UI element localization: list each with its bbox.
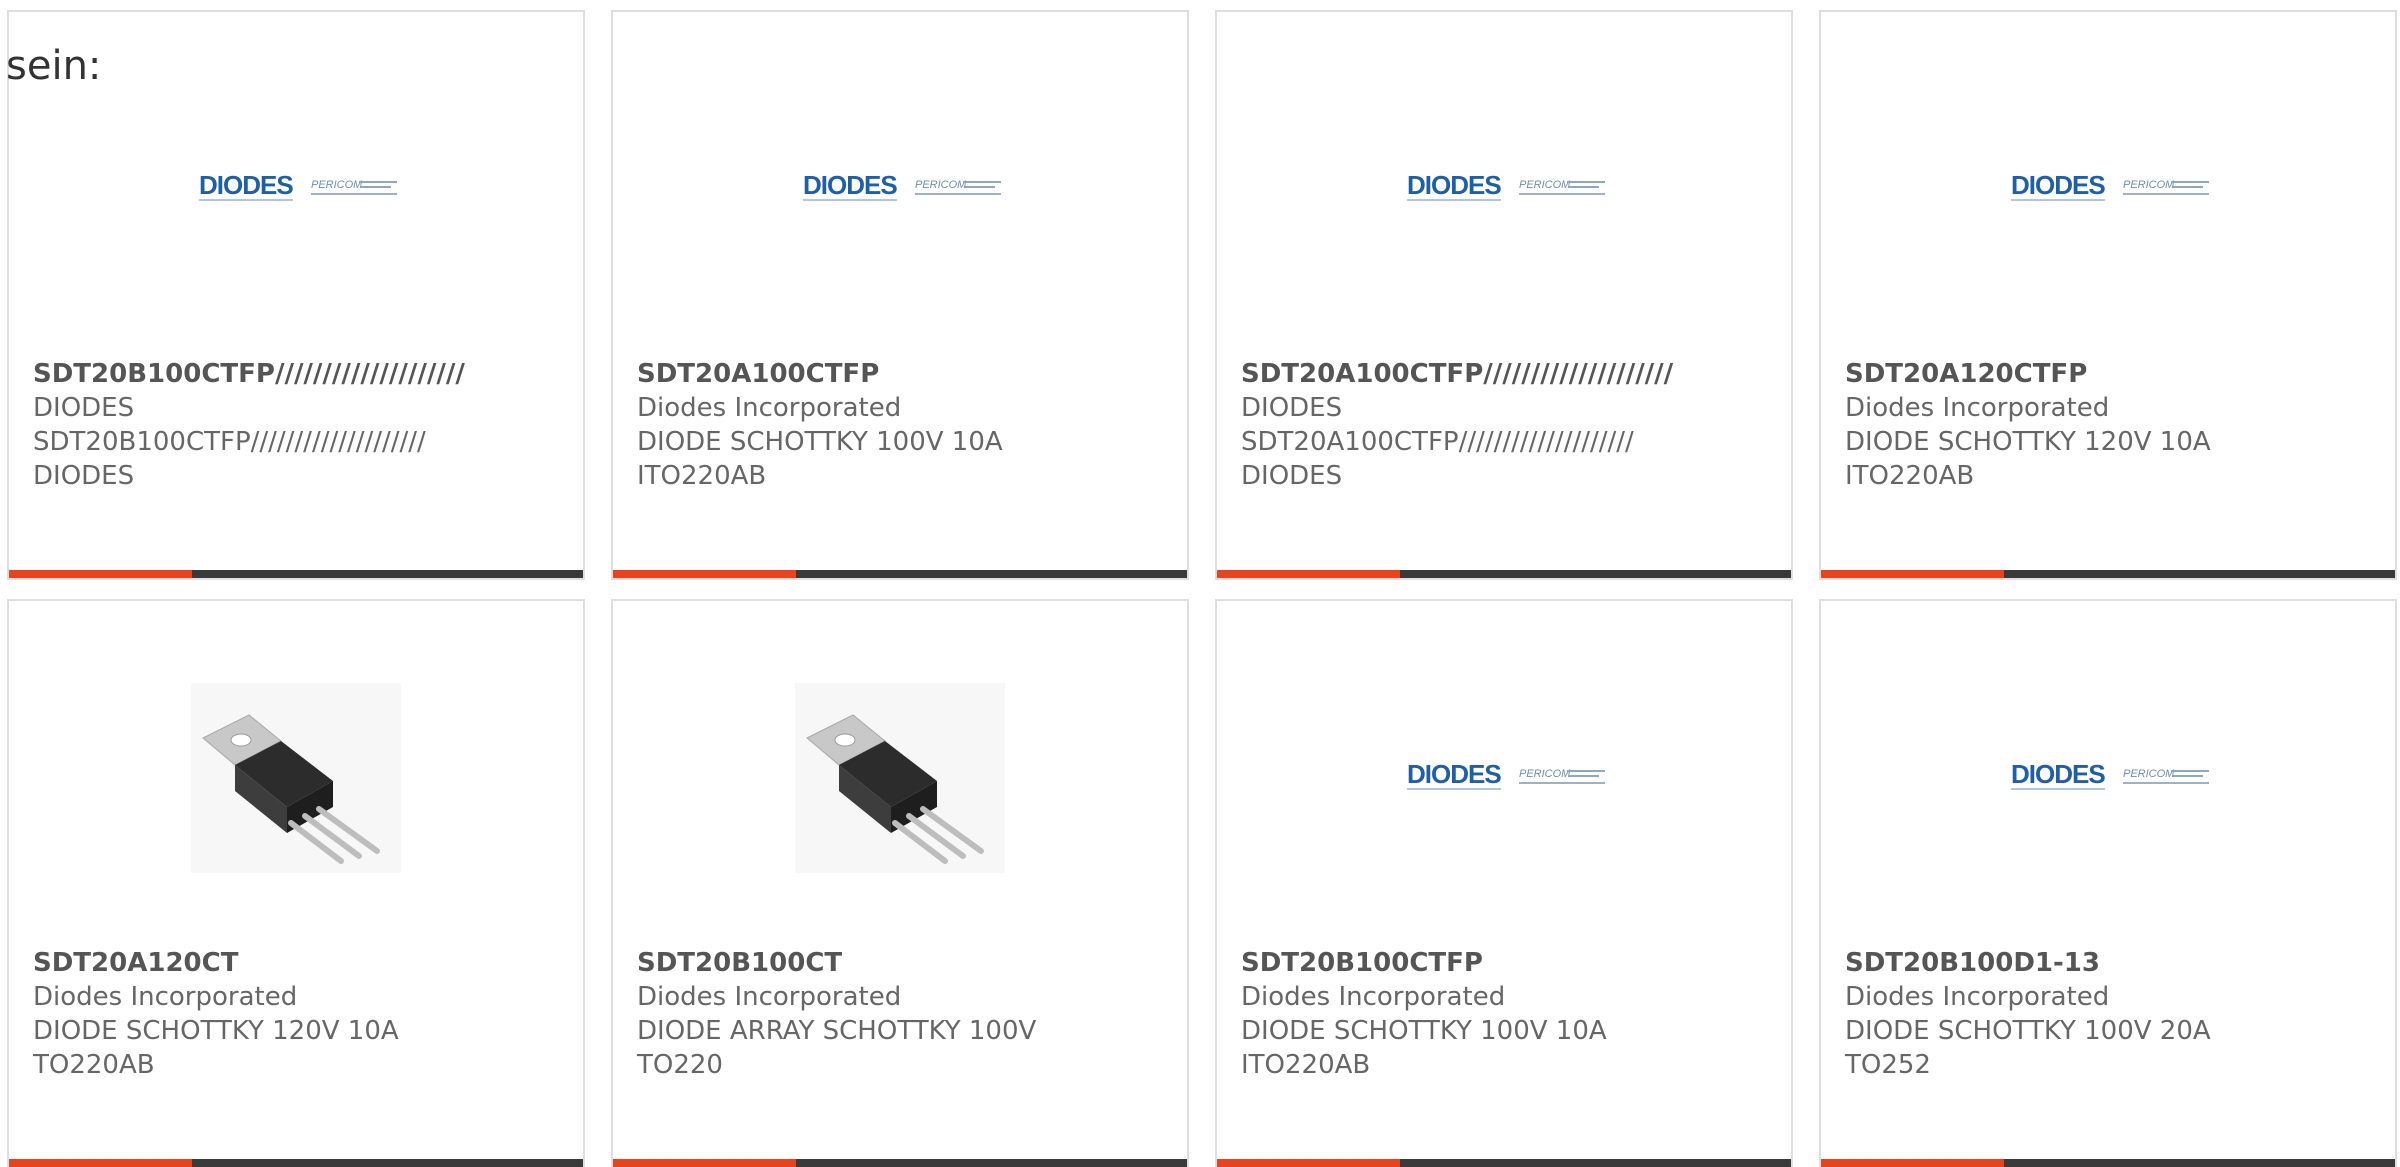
product-info: SDT20B100CTFP////////////////////DIODES S… [33,357,583,493]
product-image[interactable]: DIODES PERICOM [1821,12,2395,342]
diodes-pericom-logo-icon: DIODES PERICOM [2011,759,2209,790]
card-accent-bar [1217,570,1400,578]
package-text: DIODES [1241,461,1343,491]
product-image[interactable]: DIODES PERICOM [1217,601,1791,931]
package-text: ITO220AB [1241,1050,1371,1080]
product-info: SDT20A120CTFP Diodes Incorporated DIODE SC… [1845,357,2395,493]
card-bottom-bar [613,1159,1187,1167]
product-info: SDT20B100CTFP Diodes Incorporated DIODE SC… [1241,946,1791,1082]
card-accent-bar [1821,570,2004,578]
part-number-link[interactable]: SDT20B100CTFP//////////////////// [33,357,583,391]
product-image[interactable] [613,601,1187,931]
package-text: ITO220AB [637,461,767,491]
diodes-logo-text: DIODES [199,170,293,200]
pericom-logo-text: PERICOM [2123,179,2175,191]
manufacturer-text: Diodes Incorporated [1845,982,2110,1012]
description-text: DIODE ARRAY SCHOTTKY 100V [637,1016,1037,1046]
manufacturer-text: DIODES [1241,393,1343,423]
manufacturer-text: Diodes Incorporated [1241,982,1506,1012]
part-number-link[interactable]: SDT20B100D1-13 [1845,946,2395,980]
product-card[interactable]: DIODES PERICOM SDT20B100CTFP////////////… [7,10,585,580]
product-info: SDT20B100CT Diodes Incorporated DIODE ARRA… [637,946,1187,1082]
card-accent-bar [9,1159,192,1167]
card-accent-bar [9,570,192,578]
product-grid-page: sein: DIODES PERICOM SDT20B100CTFP//////… [0,0,2400,1167]
product-card[interactable]: DIODES PERICOM SDT20A100CTFP////////////… [1215,10,1793,580]
manufacturer-text: DIODES [33,393,135,423]
manufacturer-text: Diodes Incorporated [637,982,902,1012]
description-text: DIODE SCHOTTKY 100V 20A [1845,1016,2211,1046]
description-text: DIODE SCHOTTKY 100V 10A [1241,1016,1607,1046]
product-image[interactable]: DIODES PERICOM [613,12,1187,342]
product-image[interactable]: DIODES PERICOM [1217,12,1791,342]
pericom-logo-text: PERICOM [915,179,967,191]
product-card[interactable]: DIODES PERICOM SDT20B100D1-13 Diodes Inco… [1819,599,2397,1167]
product-card[interactable]: DIODES PERICOM SDT20B100CTFP Diodes Incor… [1215,599,1793,1167]
product-card[interactable]: SDT20B100CT Diodes Incorporated DIODE ARRA… [611,599,1189,1167]
manufacturer-text: Diodes Incorporated [33,982,298,1012]
diodes-logo-text: DIODES [2011,759,2105,789]
pericom-logo-text: PERICOM [1519,768,1571,780]
description-text: DIODE SCHOTTKY 120V 10A [1845,427,2211,457]
manufacturer-text: Diodes Incorporated [637,393,902,423]
card-bottom-bar [1821,570,2395,578]
diodes-pericom-logo-icon: DIODES PERICOM [1407,170,1605,201]
product-image[interactable] [9,601,583,931]
description-text: DIODE SCHOTTKY 100V 10A [637,427,1003,457]
diodes-logo-text: DIODES [2011,170,2105,200]
package-text: TO252 [1845,1050,1931,1080]
description-text: SDT20B100CTFP//////////////////// [33,427,426,457]
card-bottom-bar [1217,570,1791,578]
card-accent-bar [613,570,796,578]
diodes-pericom-logo-icon: DIODES PERICOM [199,170,397,201]
part-number-link[interactable]: SDT20A120CTFP [1845,357,2395,391]
part-number-link[interactable]: SDT20A100CTFP [637,357,1187,391]
diodes-logo-text: DIODES [1407,170,1501,200]
product-card[interactable]: DIODES PERICOM SDT20A100CTFP Diodes Incor… [611,10,1189,580]
product-card[interactable]: DIODES PERICOM SDT20A120CTFP Diodes Incor… [1819,10,2397,580]
product-info: SDT20B100D1-13 Diodes Incorporated DIODE S… [1845,946,2395,1082]
product-image[interactable]: DIODES PERICOM [1821,601,2395,931]
package-text: ITO220AB [1845,461,1975,491]
product-info: SDT20A120CT Diodes Incorporated DIODE SCHO… [33,946,583,1082]
diodes-pericom-logo-icon: DIODES PERICOM [803,170,1001,201]
card-bottom-bar [9,570,583,578]
card-accent-bar [613,1159,796,1167]
package-text: TO220AB [33,1050,155,1080]
diodes-logo-text: DIODES [803,170,897,200]
pericom-logo-text: PERICOM [2123,768,2175,780]
card-bottom-bar [9,1159,583,1167]
product-card[interactable]: SDT20A120CT Diodes Incorporated DIODE SCHO… [7,599,585,1167]
card-bottom-bar [1821,1159,2395,1167]
part-number-link[interactable]: SDT20A100CTFP//////////////////// [1241,357,1791,391]
to220-package-icon [191,683,401,873]
product-info: SDT20A100CTFP Diodes Incorporated DIODE SC… [637,357,1187,493]
diodes-logo-text: DIODES [1407,759,1501,789]
diodes-pericom-logo-icon: DIODES PERICOM [1407,759,1605,790]
card-accent-bar [1821,1159,2004,1167]
pericom-logo-text: PERICOM [311,179,363,191]
part-number-link[interactable]: SDT20B100CT [637,946,1187,980]
description-text: SDT20A100CTFP//////////////////// [1241,427,1634,457]
pericom-logo-text: PERICOM [1519,179,1571,191]
package-text: TO220 [637,1050,723,1080]
to220-package-icon [795,683,1005,873]
diodes-pericom-logo-icon: DIODES PERICOM [2011,170,2209,201]
manufacturer-text: Diodes Incorporated [1845,393,2110,423]
intro-text: sein: [6,43,102,89]
package-text: DIODES [33,461,135,491]
card-bottom-bar [1217,1159,1791,1167]
card-accent-bar [1217,1159,1400,1167]
product-info: SDT20A100CTFP////////////////////DIODES S… [1241,357,1791,493]
description-text: DIODE SCHOTTKY 120V 10A [33,1016,399,1046]
part-number-link[interactable]: SDT20B100CTFP [1241,946,1791,980]
card-bottom-bar [613,570,1187,578]
part-number-link[interactable]: SDT20A120CT [33,946,583,980]
